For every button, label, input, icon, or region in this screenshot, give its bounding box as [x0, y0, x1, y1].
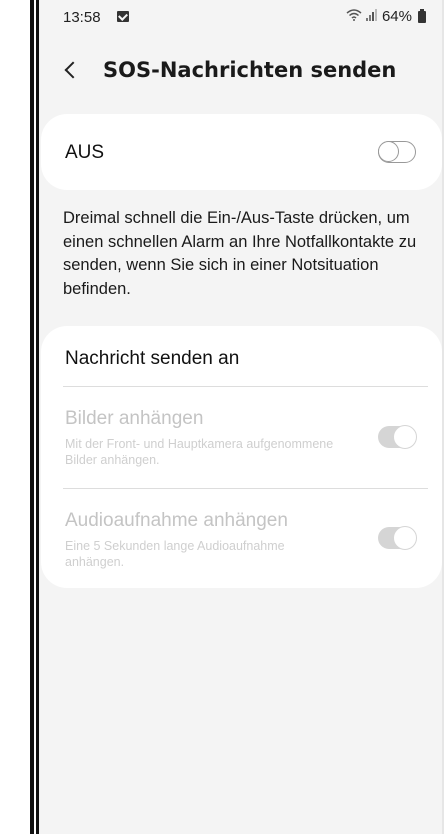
section-title: Nachricht senden an	[65, 348, 240, 369]
master-toggle-switch[interactable]	[378, 141, 416, 163]
master-switch-label: AUS	[65, 142, 105, 163]
divider	[63, 386, 428, 387]
phone-screen: 13:58 64% SOS-Nachrichten senden AUS Dre…	[39, 0, 444, 834]
app-header: SOS-Nachrichten senden	[39, 50, 444, 90]
battery-icon	[418, 8, 426, 23]
screenshot-frame: 13:58 64% SOS-Nachrichten senden AUS Dre…	[0, 0, 444, 834]
audio-toggle-switch[interactable]	[378, 526, 417, 550]
signal-icon	[365, 9, 378, 24]
message-icon	[117, 11, 129, 22]
option-title: Bilder anhängen	[65, 408, 204, 429]
toggle-knob	[393, 526, 417, 550]
bezel-highlight	[34, 0, 36, 834]
chevron-left-icon[interactable]	[59, 55, 83, 85]
feature-description: Dreimal schnell die Ein-/Aus-Taste drück…	[63, 209, 417, 298]
options-card: Nachricht senden an Bilder anhängen Mit …	[41, 326, 442, 588]
option-subtitle: Eine 5 Sekunden lange Audioaufnahme anhä…	[65, 539, 285, 569]
images-toggle-switch[interactable]	[378, 425, 417, 449]
status-time: 13:58	[63, 9, 101, 26]
divider	[63, 488, 428, 489]
option-subtitle: Mit der Front- und Hauptkamera aufgenomm…	[65, 437, 334, 467]
toggle-knob	[378, 141, 399, 162]
toggle-knob	[393, 425, 417, 449]
battery-percent: 64%	[381, 8, 412, 25]
wifi-icon	[346, 9, 362, 24]
status-indicators: 64%	[346, 8, 426, 25]
master-switch-card[interactable]: AUS	[41, 114, 442, 190]
option-title: Audioaufnahme anhängen	[65, 510, 288, 531]
page-title: SOS-Nachrichten senden	[103, 58, 397, 82]
status-bar: 13:58 64%	[39, 0, 444, 34]
